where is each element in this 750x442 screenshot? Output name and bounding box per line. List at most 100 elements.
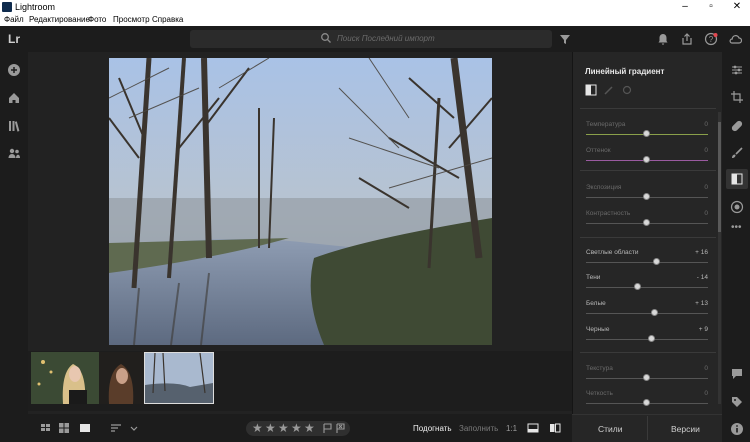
slider-track[interactable] <box>586 287 708 288</box>
menu-edit[interactable]: Редактирование <box>29 15 90 24</box>
new-gradient-icon[interactable] <box>585 84 597 96</box>
panel-divider <box>580 352 716 353</box>
library-icon[interactable] <box>7 119 21 133</box>
slider-value[interactable]: 0 <box>690 147 708 154</box>
filter-icon[interactable] <box>558 32 572 46</box>
slider-label: Белые <box>586 300 606 307</box>
slider-label: Тени <box>586 274 601 281</box>
styles-button[interactable]: Стили <box>598 424 623 434</box>
slider-value[interactable]: 0 <box>690 121 708 128</box>
panel-divider <box>580 237 716 238</box>
bell-icon[interactable] <box>656 32 670 46</box>
gradient-brush-icon[interactable] <box>603 84 615 96</box>
gradient-erase-icon[interactable] <box>621 84 633 96</box>
slider-thumb[interactable] <box>643 399 650 406</box>
add-icon[interactable] <box>7 63 21 77</box>
star-icon[interactable]: ★ <box>291 421 302 435</box>
star-icon[interactable]: ★ <box>265 421 276 435</box>
flag-reject-icon[interactable] <box>335 423 346 434</box>
slider-thumb[interactable] <box>650 309 658 316</box>
star-icon[interactable]: ★ <box>278 421 289 435</box>
panel-title: Линейный градиент <box>585 67 665 76</box>
one-to-one-button[interactable]: 1:1 <box>506 424 517 433</box>
filmstrip-thumb[interactable] <box>31 352 99 404</box>
tag-icon[interactable] <box>730 395 744 409</box>
slider-value[interactable]: - 14 <box>690 274 708 281</box>
slider-label: Четкость <box>586 390 613 397</box>
maximize-button[interactable]: ▫ <box>698 0 724 14</box>
comment-icon[interactable] <box>730 367 744 381</box>
before-after-icon[interactable] <box>549 422 561 434</box>
search-input[interactable]: Поиск Последний импорт <box>190 30 552 48</box>
slider-label: Оттенок <box>586 147 611 154</box>
slider-value[interactable]: 0 <box>690 184 708 191</box>
slider-value[interactable]: + 16 <box>690 249 708 256</box>
left-rail <box>0 52 28 442</box>
slider-thumb[interactable] <box>643 374 650 381</box>
menu-help[interactable]: Справка <box>152 15 183 24</box>
edit-sliders-icon[interactable] <box>730 63 744 77</box>
svg-text:?: ? <box>709 35 714 44</box>
home-icon[interactable] <box>7 91 21 105</box>
compare-icon[interactable] <box>527 422 539 434</box>
filmstrip-thumb[interactable] <box>99 352 144 404</box>
menu-bar: Файл Редактирование Фото Просмотр Справк… <box>0 14 750 26</box>
slider-track[interactable] <box>586 262 708 263</box>
slider-label: Черные <box>586 326 610 333</box>
slider-label: Температура <box>586 121 626 128</box>
filmstrip-thumb-selected[interactable] <box>144 352 214 404</box>
slider-label: Экспозиция <box>586 184 622 191</box>
slider-label: Контрастность <box>586 210 631 217</box>
info-icon[interactable] <box>730 422 744 436</box>
brush-icon[interactable] <box>730 146 744 160</box>
slider-label: Текстура <box>586 365 613 372</box>
fit-button[interactable]: Подогнать <box>413 424 452 433</box>
versions-button[interactable]: Версии <box>671 424 700 434</box>
cloud-sync-icon[interactable] <box>728 32 742 46</box>
menu-file[interactable]: Файл <box>4 15 24 24</box>
menu-view[interactable]: Просмотр <box>113 15 150 24</box>
slider-value[interactable]: 0 <box>690 365 708 372</box>
slider-thumb[interactable] <box>643 156 650 163</box>
flag-pick-icon[interactable] <box>322 423 333 434</box>
edit-panel <box>572 52 722 442</box>
crop-icon[interactable] <box>730 90 744 104</box>
app-icon <box>2 2 12 12</box>
panel-scroll-thumb[interactable] <box>718 122 721 232</box>
slider-value[interactable]: + 13 <box>690 300 708 307</box>
share-icon[interactable] <box>680 32 694 46</box>
menu-photo[interactable]: Фото <box>88 15 106 24</box>
close-button[interactable]: ✕ <box>724 0 750 14</box>
search-placeholder: Поиск Последний импорт <box>337 34 435 43</box>
right-rail <box>722 52 750 442</box>
star-icon[interactable]: ★ <box>252 421 263 435</box>
more-icon[interactable]: ••• <box>731 222 742 233</box>
rating-stars[interactable]: ★ ★ ★ ★ ★ <box>246 421 350 436</box>
main-photo <box>109 58 492 345</box>
minimize-button[interactable]: – <box>672 0 698 14</box>
sort-icon[interactable] <box>110 422 122 434</box>
radial-icon[interactable] <box>730 200 744 214</box>
slider-track[interactable] <box>586 313 708 314</box>
slider-value[interactable]: 0 <box>690 210 708 217</box>
slider-thumb[interactable] <box>643 130 650 137</box>
chevron-down-icon[interactable] <box>128 422 140 434</box>
grid-photo-icon[interactable] <box>58 422 70 434</box>
healing-icon[interactable] <box>730 119 744 133</box>
help-icon[interactable]: ? <box>704 32 718 46</box>
window-titlebar: Lightroom – ▫ ✕ <box>0 0 750 14</box>
slider-thumb[interactable] <box>643 193 650 200</box>
people-icon[interactable] <box>7 146 21 160</box>
search-icon <box>321 33 331 43</box>
grid-square-icon[interactable] <box>40 422 52 434</box>
slider-thumb[interactable] <box>643 219 650 226</box>
fill-button[interactable]: Заполнить <box>459 424 498 433</box>
slider-track[interactable] <box>586 339 708 340</box>
detail-view-icon[interactable] <box>79 422 91 434</box>
gradient-icon[interactable] <box>730 172 744 186</box>
star-icon[interactable]: ★ <box>304 421 315 435</box>
slider-thumb[interactable] <box>652 258 660 265</box>
slider-value[interactable]: + 9 <box>690 326 708 333</box>
panel-bottom-divider <box>647 416 648 440</box>
slider-value[interactable]: 0 <box>690 390 708 397</box>
